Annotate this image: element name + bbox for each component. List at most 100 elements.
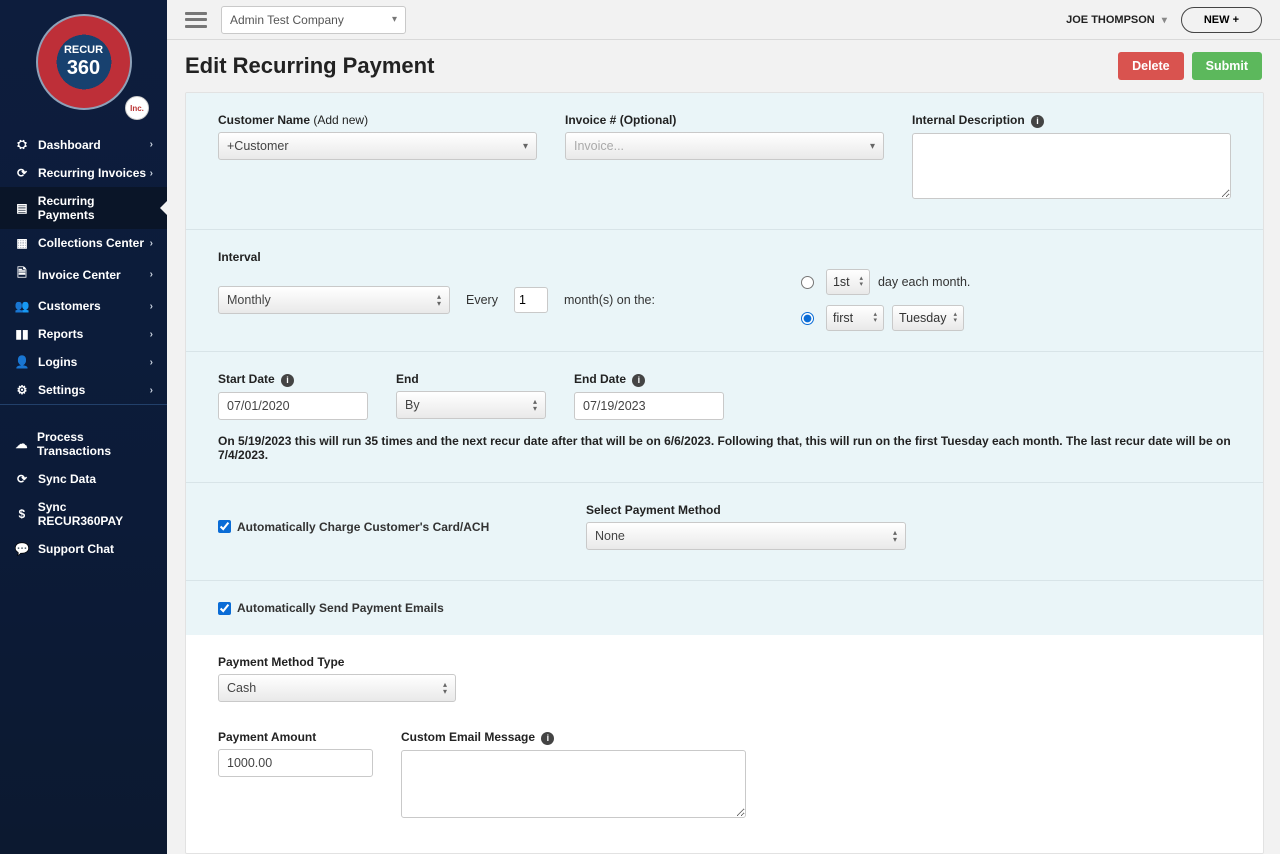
company-value: Admin Test Company: [230, 13, 344, 27]
submit-button[interactable]: Submit: [1192, 52, 1262, 80]
payment-method-label: Select Payment Method: [586, 503, 906, 517]
sidebar-item-dashboard[interactable]: ⛭ Dashboard ›: [0, 130, 167, 159]
end-label: End: [396, 372, 546, 386]
chevron-down-icon: ▾: [523, 141, 528, 152]
start-date-input[interactable]: [218, 392, 368, 420]
user-menu[interactable]: JOE THOMPSON ▾: [1066, 14, 1167, 26]
info-icon: i: [632, 374, 645, 387]
sidebar-item-label: Settings: [38, 383, 85, 397]
secondary-nav: ☁ Process Transactions ⟳ Sync Data $ Syn…: [0, 423, 167, 563]
updown-icon: [437, 293, 441, 307]
every-label: Every: [466, 293, 498, 307]
auto-charge-checkbox[interactable]: [218, 520, 231, 533]
sidebar-item-support[interactable]: 💬 Support Chat: [0, 535, 167, 563]
months-on-label: month(s) on the:: [564, 293, 655, 307]
chevron-right-icon: ›: [150, 269, 153, 280]
sidebar: RECUR 360 Inc. ⛭ Dashboard › ⟳ Recurring…: [0, 0, 167, 854]
customers-icon: 👥: [14, 299, 30, 313]
payment-method-select[interactable]: None: [586, 522, 906, 550]
topbar: Admin Test Company ▾ JOE THOMPSON ▾ NEW …: [167, 0, 1280, 40]
invoice-select[interactable]: Invoice... ▾: [565, 132, 884, 160]
invoice-label: Invoice # (Optional): [565, 113, 884, 127]
payments-icon: ▤: [14, 201, 30, 215]
email-msg-input[interactable]: [401, 750, 746, 818]
titlebar: Edit Recurring Payment Delete Submit: [167, 40, 1280, 92]
chevron-right-icon: ›: [150, 238, 153, 249]
auto-charge-row[interactable]: Automatically Charge Customer's Card/ACH: [218, 520, 558, 534]
brand-line1: RECUR: [64, 44, 103, 56]
sidebar-item-sync-pay[interactable]: $ Sync RECUR360PAY: [0, 493, 167, 535]
sidebar-item-label: Sync RECUR360PAY: [38, 500, 153, 528]
sidebar-item-label: Invoice Center: [38, 268, 121, 282]
schedule-note: On 5/19/2023 this will run 35 times and …: [218, 434, 1231, 462]
every-input[interactable]: [514, 287, 548, 313]
reports-icon: ▮▮: [14, 327, 30, 341]
auto-email-checkbox[interactable]: [218, 602, 231, 615]
ordinal-select[interactable]: first▴▾: [826, 305, 884, 331]
updown-icon: [533, 398, 537, 412]
sidebar-item-reports[interactable]: ▮▮ Reports ›: [0, 320, 167, 348]
section-pmt-type: Payment Method Type Cash Payment Amount …: [186, 635, 1263, 848]
delete-button[interactable]: Delete: [1118, 52, 1184, 80]
sidebar-item-sync-data[interactable]: ⟳ Sync Data: [0, 465, 167, 493]
pmt-type-label: Payment Method Type: [218, 655, 1231, 669]
interval-select[interactable]: Monthly: [218, 286, 450, 314]
sync-icon: ⟳: [14, 472, 30, 486]
customer-label: Customer Name (Add new): [218, 113, 537, 127]
day-suffix: day each month.: [878, 275, 970, 289]
sidebar-item-label: Recurring Payments: [38, 194, 153, 222]
sidebar-item-recurring-payments[interactable]: ▤ Recurring Payments: [0, 187, 167, 229]
sidebar-item-logins[interactable]: 👤 Logins ›: [0, 348, 167, 376]
amount-input[interactable]: [218, 749, 373, 777]
company-select[interactable]: Admin Test Company ▾: [221, 6, 406, 34]
new-button[interactable]: NEW +: [1181, 7, 1262, 33]
auto-email-label: Automatically Send Payment Emails: [237, 601, 444, 615]
chevron-right-icon: ›: [150, 168, 153, 179]
menu-toggle-icon[interactable]: [185, 12, 207, 28]
sidebar-item-label: Process Transactions: [37, 430, 153, 458]
sidebar-item-recurring-invoices[interactable]: ⟳ Recurring Invoices ›: [0, 159, 167, 187]
brand-logo: RECUR 360: [36, 14, 132, 110]
sidebar-item-label: Recurring Invoices: [38, 166, 146, 180]
customer-select[interactable]: +Customer ▾: [218, 132, 537, 160]
section-autocharge: Automatically Charge Customer's Card/ACH…: [186, 483, 1263, 580]
pmt-type-select[interactable]: Cash: [218, 674, 456, 702]
internal-desc-label: Internal Description i: [912, 113, 1231, 128]
sidebar-item-label: Reports: [38, 327, 83, 341]
chevron-right-icon: ›: [150, 385, 153, 396]
chevron-down-icon: ▾: [392, 14, 397, 25]
interval-label: Interval: [218, 250, 1231, 264]
section-interval: Interval Monthly Every month(s) on the: …: [186, 230, 1263, 351]
customer-value: +Customer: [227, 139, 288, 153]
info-icon: i: [541, 732, 554, 745]
auto-email-row[interactable]: Automatically Send Payment Emails: [218, 601, 1231, 615]
primary-nav: ⛭ Dashboard › ⟳ Recurring Invoices › ▤ R…: [0, 130, 167, 405]
sidebar-item-invoice-center[interactable]: 🗎 Invoice Center ›: [0, 257, 167, 292]
day-of-month-radio[interactable]: [801, 276, 814, 289]
inc-badge: Inc.: [125, 96, 149, 120]
brand-line2: 360: [67, 57, 100, 80]
day-num-select[interactable]: 1st▴▾: [826, 269, 870, 295]
end-date-input[interactable]: [574, 392, 724, 420]
section-customer: Customer Name (Add new) +Customer ▾ Invo…: [186, 93, 1263, 229]
invoices-icon: ⟳: [14, 166, 30, 180]
gear-icon: ⚙: [14, 383, 30, 397]
end-select[interactable]: By: [396, 391, 546, 419]
sidebar-item-label: Support Chat: [38, 542, 114, 556]
chevron-right-icon: ›: [150, 139, 153, 150]
weekday-select[interactable]: Tuesday▴▾: [892, 305, 964, 331]
invoice-placeholder: Invoice...: [574, 139, 624, 153]
sidebar-item-settings[interactable]: ⚙ Settings ›: [0, 376, 167, 404]
chevron-right-icon: ›: [150, 357, 153, 368]
dollar-icon: $: [14, 507, 30, 521]
sidebar-item-collections[interactable]: ▦ Collections Center ›: [0, 229, 167, 257]
sidebar-item-customers[interactable]: 👥 Customers ›: [0, 292, 167, 320]
section-dates: Start Date i End By End Date i On 5/19/2…: [186, 352, 1263, 482]
sidebar-item-process-tx[interactable]: ☁ Process Transactions: [0, 423, 167, 465]
weekday-radio[interactable]: [801, 312, 814, 325]
internal-desc-input[interactable]: [912, 133, 1231, 199]
sidebar-item-label: Logins: [38, 355, 77, 369]
amount-label: Payment Amount: [218, 730, 373, 744]
chat-icon: 💬: [14, 542, 30, 556]
updown-icon: [443, 681, 447, 695]
